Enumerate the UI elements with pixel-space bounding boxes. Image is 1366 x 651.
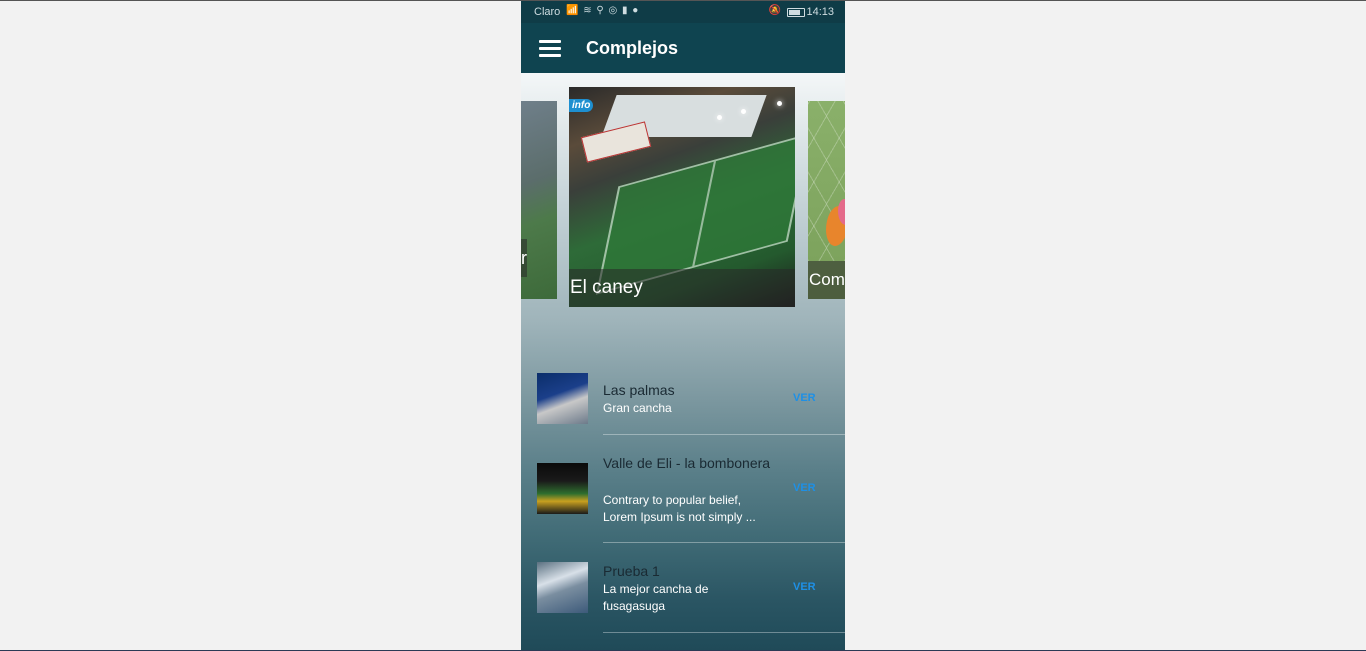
list-item-subtitle: Gran cancha [603, 401, 672, 415]
list-item-title: Valle de Eli - la bombonera [603, 455, 771, 471]
list-item-subtitle: Contrary to popular belief, Lorem Ipsum … [603, 493, 756, 524]
ver-button[interactable]: VER [793, 581, 816, 593]
carousel-card-el-caney[interactable]: info El caney [569, 87, 795, 307]
carousel-card-left[interactable]: r [521, 101, 557, 299]
list-item[interactable]: Prueba 1 La mejor cancha de fusagasuga V… [521, 555, 845, 647]
list-item[interactable]: Valle de Eli - la bombonera Contrary to … [521, 448, 845, 540]
list-item-thumbnail [537, 373, 588, 424]
list-divider [603, 542, 845, 543]
carousel-card-label: r [521, 239, 527, 277]
carousel-card-label: Com [808, 261, 845, 299]
info-badge: info [569, 99, 594, 112]
carousel-card-right[interactable]: Com [808, 101, 845, 299]
carousel-card-label: El caney [569, 269, 795, 307]
status-bar: Claro 📶 ≋ ⚲ ◎ ▮ ● 🔕 14:13 [521, 1, 845, 23]
banner-image-part [580, 121, 652, 163]
ver-button[interactable]: VER [793, 482, 816, 494]
signal-icons: 📶 ≋ ⚲ ◎ ▮ ● [566, 5, 640, 16]
lamp-light [741, 109, 746, 114]
list-item-title: Prueba 1 [603, 563, 660, 579]
app-bar: Complejos [521, 23, 845, 73]
list-divider [603, 632, 845, 633]
ver-button[interactable]: VER [793, 392, 816, 404]
alarm-off-icon: 🔕 [768, 5, 781, 16]
list-item-title: Las palmas [603, 382, 675, 398]
page-title: Complejos [586, 38, 679, 58]
list-divider [603, 434, 845, 435]
list-item-thumbnail [537, 562, 588, 613]
phone-screen: Claro 📶 ≋ ⚲ ◎ ▮ ● 🔕 14:13 Complejos r in… [521, 1, 845, 651]
list-item[interactable]: Las palmas Gran cancha VER [521, 366, 845, 458]
carrier-label: Claro [534, 6, 561, 18]
battery-icon [787, 8, 805, 17]
list-item-subtitle: La mejor cancha de fusagasuga [603, 582, 709, 613]
lamp-light [777, 101, 782, 106]
clock: 14:13 [806, 6, 834, 18]
list-item-thumbnail [537, 463, 588, 514]
menu-icon[interactable] [539, 40, 561, 57]
lamp-light [717, 115, 722, 120]
